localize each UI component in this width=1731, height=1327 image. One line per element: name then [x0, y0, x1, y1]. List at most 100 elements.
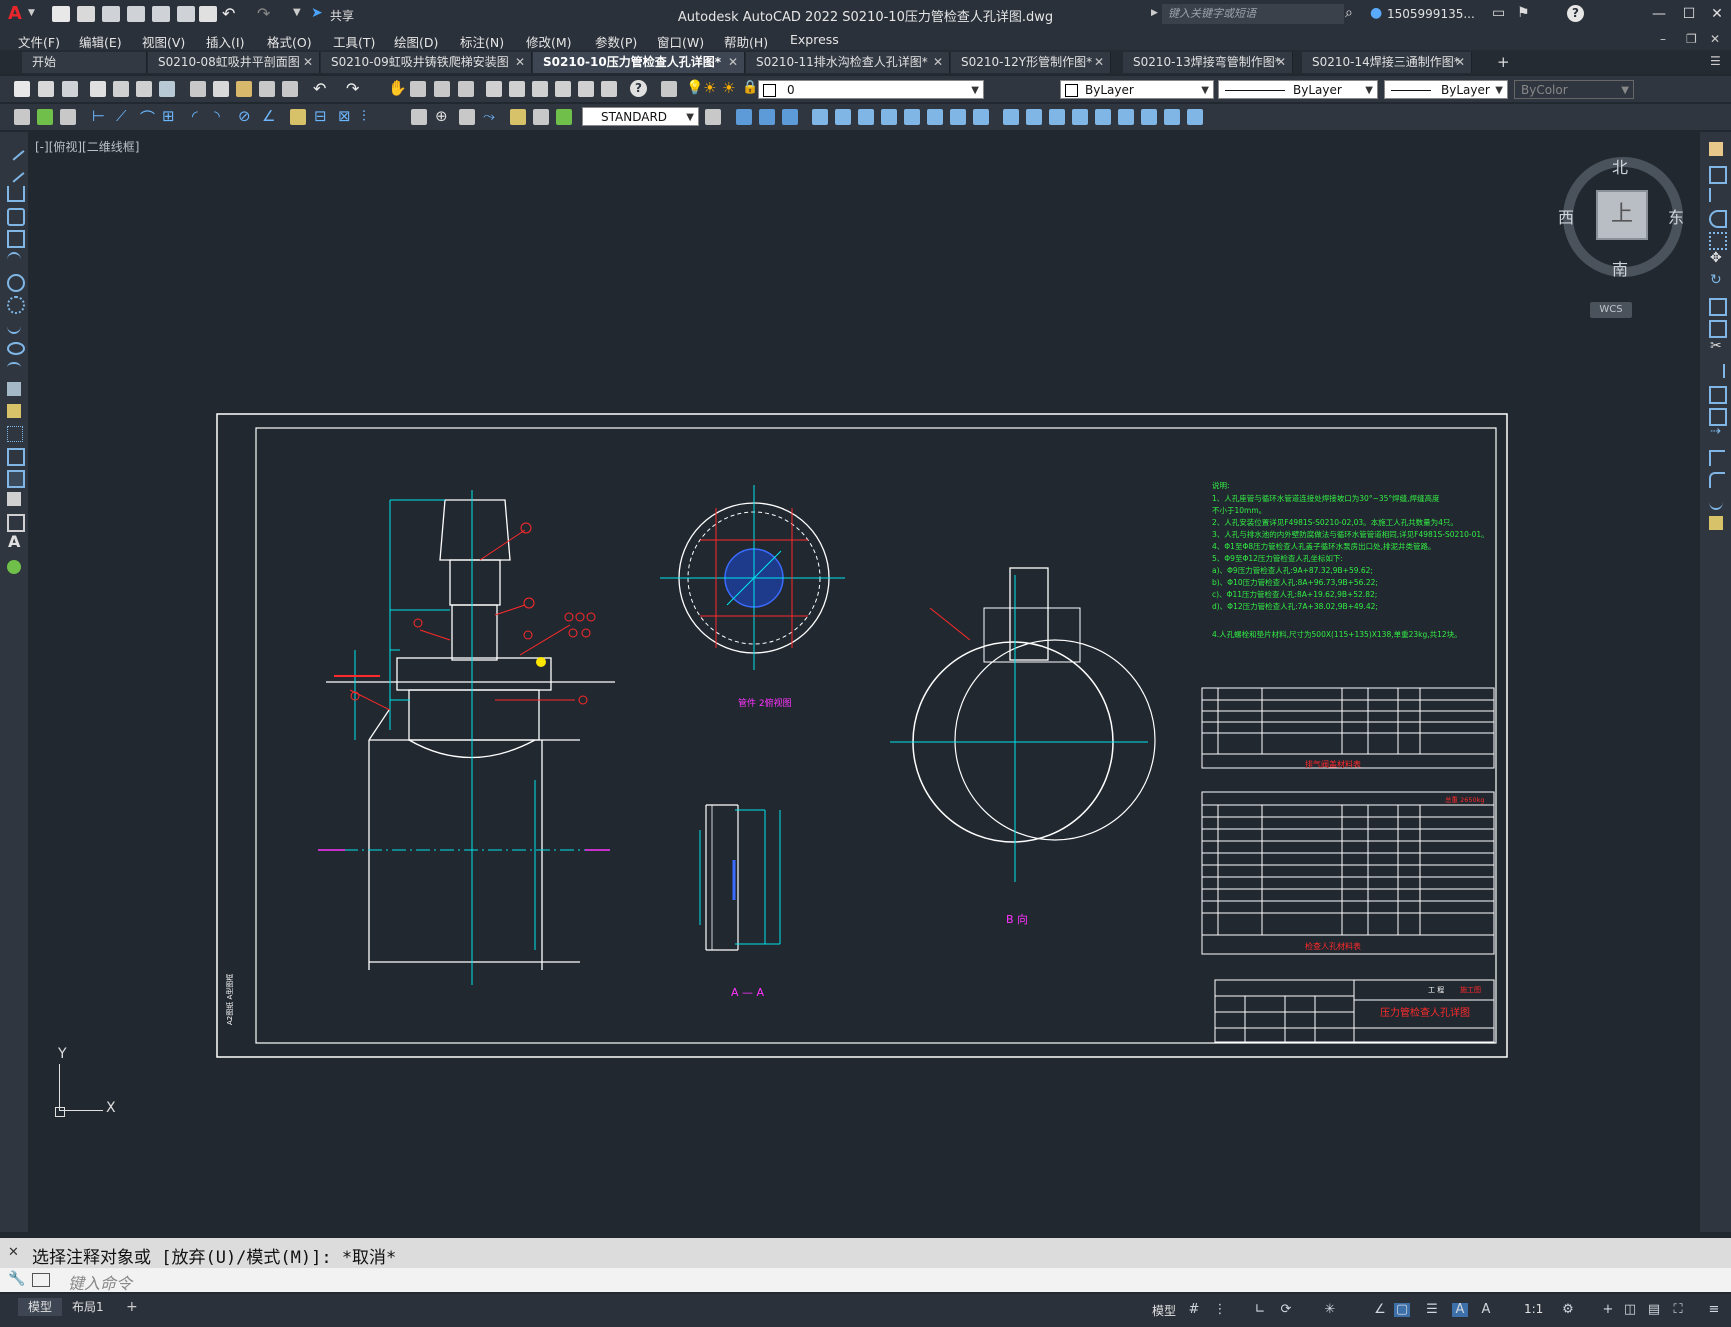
tab-close-icon[interactable]: ✕ [933, 52, 943, 73]
markup-icon[interactable] [578, 81, 594, 97]
layer-vp-freeze-icon[interactable]: ☀ [722, 79, 735, 97]
tab-list-icon[interactable]: ☰ [1710, 54, 1721, 68]
search-icon[interactable]: ⌕ [1345, 5, 1353, 21]
ellipse-arc-icon[interactable] [7, 362, 21, 373]
jogged-dim-icon[interactable]: ◝ [214, 107, 220, 125]
scale-v-icon[interactable] [1709, 298, 1727, 316]
aligned-dim-icon[interactable]: ⟋ [116, 107, 127, 125]
tolerance-icon[interactable] [411, 109, 427, 125]
center-mark-icon[interactable]: ⊕ [435, 107, 448, 125]
menu-help[interactable]: 帮助(H) [724, 32, 768, 51]
copy-icon[interactable] [213, 81, 229, 97]
rotate-icon[interactable] [881, 109, 897, 125]
blend-v-icon[interactable] [1709, 494, 1723, 510]
scale-icon[interactable] [927, 109, 943, 125]
break-icon[interactable] [1049, 109, 1065, 125]
offset-icon[interactable] [973, 109, 989, 125]
menu-insert[interactable]: 插入(I) [206, 32, 244, 51]
cart-icon[interactable]: ▭ [1492, 5, 1505, 21]
tool-palettes-icon[interactable] [532, 81, 548, 97]
boundary-icon[interactable] [782, 109, 798, 125]
publish-icon[interactable] [136, 81, 152, 97]
snap-icon[interactable]: ⋮ [1212, 1303, 1228, 1317]
workspace-gear-icon[interactable]: ⚙ [1560, 1303, 1576, 1317]
layer-previous-icon[interactable] [37, 109, 53, 125]
linetype-dropdown[interactable]: ByLayer ▼ [1218, 80, 1378, 99]
tab-close-icon[interactable]: ✕ [303, 52, 313, 73]
stretch-icon[interactable] [858, 109, 874, 125]
mirror-icon[interactable] [904, 109, 920, 125]
layer-lock-icon[interactable]: 🔒 [742, 80, 758, 95]
command-close-icon[interactable]: ✕ [8, 1245, 19, 1260]
dim-space-icon[interactable]: ⫶ [362, 107, 366, 125]
lineweight-icon[interactable]: ∠ [1372, 1303, 1388, 1317]
inspection-icon[interactable] [459, 109, 475, 125]
dim-update-icon[interactable] [556, 109, 572, 125]
explode-v-icon[interactable] [1709, 516, 1723, 530]
chamfer-icon[interactable] [1095, 109, 1111, 125]
layer-state-icon[interactable] [14, 109, 30, 125]
lineweight-dropdown[interactable]: ByLayer ▼ [1384, 80, 1508, 99]
menu-file[interactable]: 文件(F) [18, 32, 60, 51]
offset-v-icon[interactable] [1709, 210, 1727, 228]
pan-icon[interactable]: ✋ [388, 79, 407, 97]
text-style-dropdown[interactable]: STANDARD ▼ [582, 107, 699, 126]
print-icon[interactable] [90, 81, 106, 97]
save-icon[interactable] [62, 81, 78, 97]
zoom-realtime-icon[interactable] [410, 81, 426, 97]
print-preview-icon[interactable] [113, 81, 129, 97]
transparency-icon[interactable]: ☰ [1424, 1303, 1440, 1317]
maximize-button[interactable]: ☐ [1676, 4, 1702, 24]
erase-v-icon[interactable] [1709, 142, 1723, 156]
menu-restore-button[interactable]: ❐ [1686, 32, 1697, 46]
continue-dim-icon[interactable]: ⊠ [338, 107, 351, 125]
tab-s0210-08[interactable]: S0210-08虹吸井平剖面图 ✕ [148, 52, 320, 73]
user-icon[interactable]: ● [1370, 5, 1382, 21]
plotstyle-dropdown[interactable]: ByColor ▼ [1514, 80, 1634, 99]
menu-express[interactable]: Express [790, 32, 839, 47]
menu-window[interactable]: 窗口(W) [657, 32, 704, 51]
move-v-icon[interactable]: ✥ [1710, 250, 1722, 266]
tab-s0210-12[interactable]: S0210-12Y形管制作图* ✕ [951, 52, 1111, 73]
auto-scale-icon[interactable]: A [1478, 1303, 1494, 1317]
arc-length-icon[interactable]: ⌒ [140, 107, 155, 128]
diameter-dim-icon[interactable]: ⊘ [238, 107, 251, 125]
toolbar-redo-icon[interactable]: ↷ [346, 79, 359, 98]
command-input[interactable]: 键入命令 [68, 1270, 132, 1294]
menu-dimension[interactable]: 标注(N) [460, 32, 504, 51]
block-editor-icon[interactable] [282, 81, 298, 97]
dwg-drawing[interactable]: 管件 2俯视图 A — A B 向 说明: 1、人孔座管与循环水管道连接处焊接坡… [28, 132, 1700, 1235]
tab-s0210-09[interactable]: S0210-09虹吸井铸铁爬梯安装图 ✕ [321, 52, 532, 73]
extend-v-icon[interactable] [1709, 364, 1725, 378]
annotation-scale[interactable]: 1:1 [1524, 1302, 1543, 1316]
chamfer-v-icon[interactable] [1709, 450, 1725, 466]
insert-block-icon[interactable] [7, 382, 21, 396]
quick-dim-icon[interactable] [290, 109, 306, 125]
grid-icon[interactable]: # [1186, 1303, 1202, 1317]
jogged-linear-icon[interactable]: ⤳ [483, 107, 495, 125]
stretch-v-icon[interactable] [1709, 320, 1727, 338]
circle-icon[interactable] [7, 274, 25, 292]
polar-icon[interactable]: ⟳ [1278, 1303, 1294, 1317]
toolbar-undo-icon[interactable]: ↶ [313, 79, 326, 98]
osnap-icon[interactable]: ✳ [1322, 1303, 1338, 1317]
tab-s0210-14[interactable]: S0210-14焊接三通制作图* ✕ [1302, 52, 1472, 73]
layer-dropdown[interactable]: 0 ▼ [758, 80, 984, 99]
menu-view[interactable]: 视图(V) [142, 32, 185, 51]
mirror-v-icon[interactable] [1709, 188, 1725, 202]
rotate-v-icon[interactable]: ↻ [1710, 272, 1722, 288]
selection-cycling-icon[interactable]: ▢ [1394, 1303, 1410, 1317]
layer-properties-icon[interactable] [661, 81, 677, 97]
tab-model[interactable]: 模型 [18, 1298, 63, 1316]
menu-parametric[interactable]: 参数(P) [595, 32, 637, 51]
search-expand-icon[interactable]: ▶ [1151, 8, 1158, 18]
move-icon[interactable] [812, 109, 828, 125]
new-icon[interactable] [14, 81, 30, 97]
construction-line-icon[interactable] [3, 161, 25, 183]
gradient-icon[interactable] [759, 109, 775, 125]
table-icon[interactable] [7, 514, 25, 532]
properties-icon[interactable] [486, 81, 502, 97]
color-dropdown[interactable]: ByLayer ▼ [1060, 80, 1214, 99]
break-point-v-icon[interactable] [1709, 386, 1727, 404]
revcloud-icon[interactable] [7, 296, 25, 314]
